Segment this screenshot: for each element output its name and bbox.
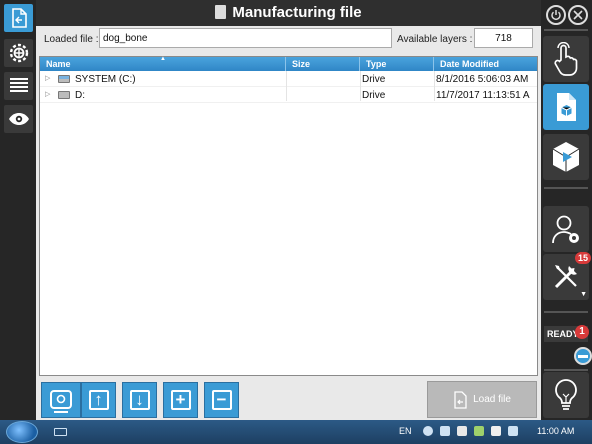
drive-icon	[58, 91, 70, 99]
column-header-size[interactable]: Size	[286, 57, 360, 71]
divider	[544, 187, 588, 189]
load-file-button[interactable]: Load file	[427, 381, 537, 418]
right-sidebar: 15 ▼ READY 1	[541, 0, 592, 420]
row-type: Drive	[362, 74, 386, 85]
table-row[interactable]: ▷ D: Drive 11/7/2017 11:13:51 A	[40, 88, 537, 103]
power-button[interactable]	[546, 5, 566, 25]
file-icon	[11, 8, 27, 28]
arrow-down-icon: ↓	[129, 390, 150, 410]
help-button[interactable]	[543, 372, 589, 418]
column-header-date[interactable]: Date Modified	[434, 57, 537, 71]
lightbulb-icon	[555, 379, 577, 410]
tray-icon[interactable]	[457, 426, 467, 436]
table-header: Name Size Type Date Modified ▲	[40, 56, 537, 71]
column-divider	[360, 71, 361, 101]
touch-mode-button[interactable]	[543, 36, 589, 82]
expand-arrow-icon[interactable]: ▷	[45, 74, 50, 82]
file-cube-icon	[557, 93, 576, 121]
view-button[interactable]	[4, 105, 33, 133]
sort-indicator-icon: ▲	[160, 56, 166, 62]
gear-icon	[9, 43, 28, 63]
system-drive-icon	[58, 75, 70, 83]
volume-icon[interactable]	[508, 426, 518, 436]
print-job-button[interactable]	[543, 134, 589, 180]
close-button[interactable]	[568, 5, 588, 25]
available-layers-value: 718	[474, 28, 533, 48]
action-bar: ↑ ↓ + − Load file	[36, 378, 541, 420]
file-load-button[interactable]	[4, 4, 33, 32]
expand-arrow-icon[interactable]: ▷	[45, 90, 50, 98]
window-title: Manufacturing file	[232, 4, 362, 21]
user-settings-button[interactable]	[543, 206, 589, 252]
row-date: 11/7/2017 11:13:51 A	[436, 90, 530, 101]
loaded-file-label: Loaded file :	[44, 34, 99, 45]
status-label: READY	[547, 329, 579, 339]
usb-drive-icon	[50, 390, 72, 413]
status-badge: 1	[575, 325, 589, 339]
document-icon	[215, 5, 227, 19]
settings-button[interactable]	[4, 39, 33, 67]
drive-select-button[interactable]	[41, 382, 81, 418]
row-name: SYSTEM (C:)	[75, 74, 136, 85]
language-indicator[interactable]: EN	[399, 426, 412, 436]
column-header-type[interactable]: Type	[360, 57, 434, 71]
flag-icon[interactable]	[491, 426, 501, 436]
close-icon	[573, 10, 583, 20]
tools-button[interactable]: 15 ▼	[543, 252, 591, 300]
tray-icon[interactable]	[474, 426, 484, 436]
eye-icon	[8, 113, 29, 125]
tools-icon	[554, 265, 577, 289]
move-down-button[interactable]: ↓	[122, 382, 157, 418]
left-sidebar	[0, 0, 36, 420]
arrow-up-icon: ↑	[88, 390, 109, 410]
start-button[interactable]	[6, 421, 38, 443]
network-icon[interactable]	[423, 426, 433, 436]
manufacturing-file-button[interactable]	[543, 84, 589, 130]
move-up-button[interactable]: ↑	[81, 382, 116, 418]
layers-button[interactable]	[4, 72, 33, 100]
load-file-label: Load file	[473, 394, 511, 405]
row-type: Drive	[362, 90, 386, 101]
plus-icon: +	[170, 390, 191, 410]
table-row[interactable]: ▷ SYSTEM (C:) Drive 8/1/2016 5:06:03 AM	[40, 72, 537, 87]
remove-button[interactable]: −	[204, 382, 239, 418]
file-browser[interactable]: Name Size Type Date Modified ▲ ▷ SYSTEM …	[39, 56, 538, 376]
add-button[interactable]: +	[163, 382, 198, 418]
cube-play-icon	[552, 142, 580, 172]
dropdown-arrow-icon: ▼	[580, 291, 587, 298]
handle-bar-icon	[578, 355, 588, 358]
manufacturing-file-panel: Loaded file : dog_bone Available layers …	[36, 26, 541, 420]
available-layers-label: Available layers :	[397, 34, 473, 45]
power-icon	[551, 10, 561, 21]
row-name: D:	[75, 90, 85, 101]
minus-icon: −	[211, 390, 232, 410]
keyboard-icon[interactable]	[54, 428, 67, 436]
clock[interactable]: 11:00 AM	[537, 426, 574, 436]
hand-pointer-icon	[554, 42, 578, 76]
tray-icon[interactable]	[440, 426, 450, 436]
status-indicator[interactable]: READY 1	[544, 325, 589, 342]
divider	[544, 311, 588, 313]
divider	[544, 29, 588, 31]
column-divider	[286, 71, 287, 101]
row-date: 8/1/2016 5:06:03 AM	[436, 74, 529, 85]
collapse-handle[interactable]	[574, 347, 592, 365]
column-divider	[434, 71, 435, 101]
layers-icon	[9, 78, 28, 92]
notification-badge: 15	[574, 252, 591, 264]
taskbar: EN 11:00 AM	[0, 420, 592, 444]
divider	[544, 369, 588, 371]
file-load-icon	[454, 390, 467, 409]
user-gear-icon	[552, 215, 579, 244]
loaded-file-field[interactable]: dog_bone	[99, 28, 392, 48]
title-bar: Manufacturing file	[36, 0, 541, 26]
